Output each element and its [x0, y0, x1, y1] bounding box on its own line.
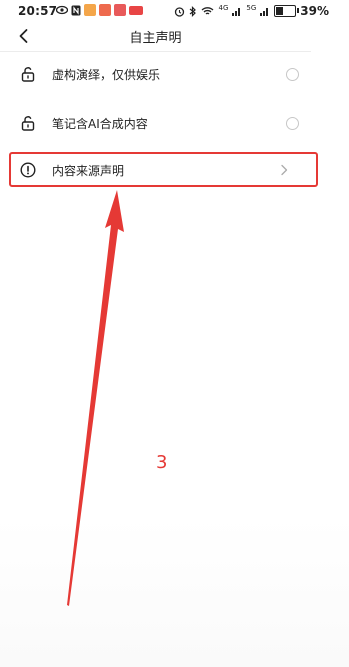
app-notification-icon	[114, 4, 126, 16]
app-notification-icon	[99, 4, 111, 16]
annotation-step-number: 3	[156, 452, 168, 473]
nfc-icon	[71, 5, 81, 15]
option-fiction[interactable]: 虚构演绎，仅供娱乐	[0, 50, 311, 98]
radio-button[interactable]	[286, 116, 299, 130]
page-background	[0, 517, 349, 667]
lock-open-icon	[21, 67, 35, 82]
option-label: 虚构演绎，仅供娱乐	[52, 67, 161, 82]
status-system-icons: 4G 5G 39%	[174, 4, 329, 18]
status-time: 20:57	[18, 4, 58, 18]
network-4g-label: 4G	[218, 4, 229, 12]
alarm-icon	[175, 6, 185, 17]
app-notification-icon	[129, 5, 143, 15]
page-title: 自主声明	[129, 31, 182, 46]
status-bar: 20:57 4G 5G 39%	[0, 0, 349, 22]
annotation-highlight-box	[9, 152, 318, 187]
wifi-icon	[202, 7, 214, 15]
battery-percent: 39%	[300, 4, 329, 18]
eye-icon	[56, 5, 68, 15]
option-label: 笔记含AI合成内容	[52, 116, 148, 131]
nav-header: 自主声明	[0, 22, 311, 52]
radio-button[interactable]	[286, 67, 299, 81]
app-notification-icon	[84, 4, 96, 16]
signal-icon	[260, 8, 269, 16]
option-ai-content[interactable]: 笔记含AI合成内容	[0, 99, 311, 147]
bluetooth-icon	[190, 5, 197, 17]
signal-icon	[232, 8, 241, 16]
battery-icon	[274, 5, 300, 17]
lock-open-icon	[21, 116, 35, 131]
status-notification-icons	[56, 4, 143, 16]
network-5g-label: 5G	[246, 4, 257, 12]
